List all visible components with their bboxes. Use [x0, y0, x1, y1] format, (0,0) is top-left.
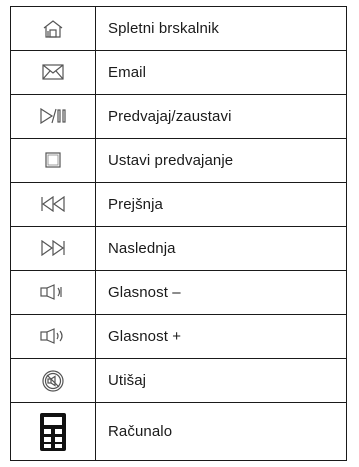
table-row: Naslednja	[10, 226, 347, 271]
table-row: Utišaj	[10, 358, 347, 403]
volume-down-icon	[40, 284, 66, 301]
icon-cell	[10, 94, 96, 139]
next-track-icon	[40, 240, 66, 257]
icon-cell	[10, 226, 96, 271]
table-row: Prejšnja	[10, 182, 347, 227]
table-row: Predvajaj/zaustavi	[10, 94, 347, 139]
key-label: Prejšnja	[95, 182, 347, 227]
table-row: Računalo	[10, 402, 347, 461]
stop-icon	[45, 152, 61, 168]
icon-cell	[10, 402, 96, 461]
key-label: Naslednja	[95, 226, 347, 271]
envelope-icon	[42, 64, 64, 80]
icon-cell	[10, 182, 96, 227]
icon-cell	[10, 138, 96, 183]
icon-cell	[10, 6, 96, 51]
table-row: Spletni brskalnik	[10, 6, 347, 51]
mute-icon	[42, 369, 64, 392]
icon-cell	[10, 270, 96, 315]
key-label: Glasnost –	[95, 270, 347, 315]
key-label: Predvajaj/zaustavi	[95, 94, 347, 139]
table-row: Glasnost –	[10, 270, 347, 315]
calculator-icon	[40, 412, 66, 451]
key-label: Ustavi predvajanje	[95, 138, 347, 183]
table-row: Glasnost +	[10, 314, 347, 359]
table-row: Ustavi predvajanje	[10, 138, 347, 183]
key-label: Email	[95, 50, 347, 95]
play-pause-icon	[39, 108, 67, 125]
multimedia-keys-table: Spletni brskalnik Email Predvajaj/zausta…	[10, 6, 347, 461]
home-icon	[42, 19, 64, 39]
icon-cell	[10, 50, 96, 95]
previous-track-icon	[40, 196, 66, 213]
key-label: Spletni brskalnik	[95, 6, 347, 51]
key-label: Utišaj	[95, 358, 347, 403]
table-row: Email	[10, 50, 347, 95]
volume-up-icon	[40, 328, 66, 345]
icon-cell	[10, 358, 96, 403]
key-label: Glasnost +	[95, 314, 347, 359]
icon-cell	[10, 314, 96, 359]
key-label: Računalo	[95, 402, 347, 461]
